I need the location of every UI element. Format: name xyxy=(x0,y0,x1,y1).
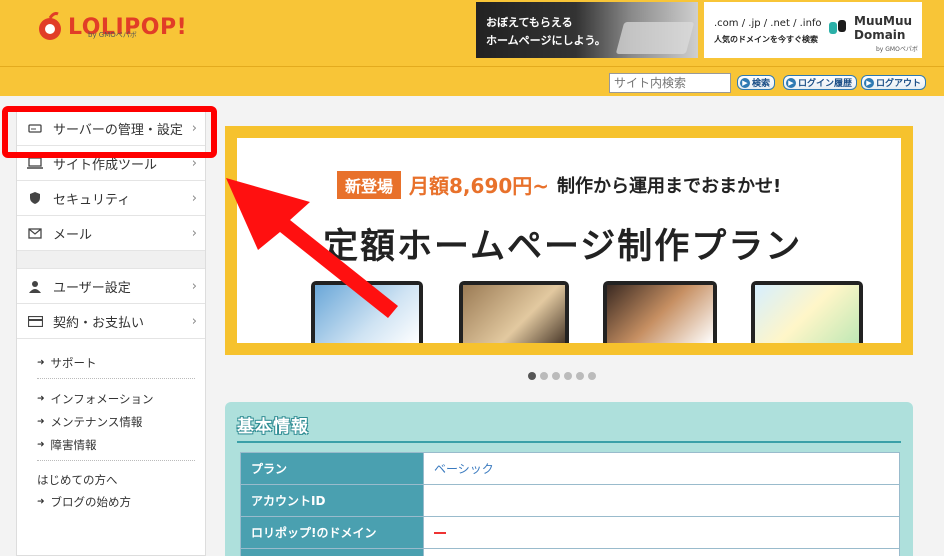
arrow-right-icon: ➜ xyxy=(37,416,45,427)
row-value xyxy=(423,548,900,556)
link-label: インフォメーション xyxy=(50,391,154,406)
arrow-right-icon: ➜ xyxy=(37,393,45,404)
link-support[interactable]: ➜ サポート xyxy=(17,351,205,374)
banner-catch: 制作から運用までおまかせ! xyxy=(557,175,782,197)
carousel-dot[interactable] xyxy=(552,372,560,380)
sidebar-item-label: ユーザー設定 xyxy=(53,280,131,296)
row-value xyxy=(423,484,900,517)
redacted-mark xyxy=(434,532,446,534)
link-label: 障害情報 xyxy=(50,437,97,452)
user-icon xyxy=(27,278,43,294)
brand-line1: MuuMuu xyxy=(854,14,913,28)
basic-info-table: プラン ベーシック アカウントID ロリポップ!のドメイン xyxy=(240,452,900,556)
row-key: アカウントID xyxy=(240,484,424,517)
sidebar-item-label: 契約・お支払い xyxy=(53,315,145,331)
ad-banner-muumuu[interactable]: .com / .jp / .net / .info 人気のドメインを今すぐ検索 … xyxy=(704,2,922,58)
banner-headline: 新登場 月額8,690円~ 制作から運用までおまかせ! xyxy=(337,170,781,199)
arrow-right-icon: ➜ xyxy=(37,357,45,368)
sidebar-item-security[interactable]: セキュリティ › xyxy=(17,181,205,216)
carousel-dot[interactable] xyxy=(540,372,548,380)
shield-icon xyxy=(27,190,43,206)
sidebar-item-label: セキュリティ xyxy=(53,192,131,208)
row-value: ベーシック xyxy=(423,452,900,485)
chevron-right-icon: › xyxy=(191,279,197,294)
sidebar-item-user-settings[interactable]: ユーザー設定 › xyxy=(17,269,205,304)
basic-info-panel: 基本情報 プラン ベーシック アカウントID ロリポップ!のドメイン xyxy=(225,402,913,556)
search-button[interactable]: ▶ 検索 xyxy=(737,75,776,90)
table-row: プラン ベーシック xyxy=(240,452,900,485)
laptop-image xyxy=(615,22,695,54)
carousel-dot[interactable] xyxy=(528,372,536,380)
carousel-dots xyxy=(528,372,596,380)
device-laptop-image xyxy=(311,281,423,343)
ad-domains: .com / .jp / .net / .info xyxy=(714,18,822,29)
lolipop-mark-icon xyxy=(38,12,62,42)
ad-tagline: 人気のドメインを今すぐ検索 xyxy=(714,35,818,44)
brand-line2: Domain xyxy=(854,28,906,42)
carousel-dot[interactable] xyxy=(576,372,584,380)
table-row xyxy=(240,548,900,556)
divider xyxy=(237,441,901,443)
logout-button[interactable]: ▶ ログアウト xyxy=(861,75,927,90)
beginners-heading: はじめての方へ xyxy=(37,472,118,487)
device-laptop-image xyxy=(603,281,717,343)
chevron-right-icon: › xyxy=(191,156,197,171)
ad-line1: おぼえてもらえる xyxy=(486,16,573,29)
sidebar-item-label: メール xyxy=(53,227,93,243)
chevron-right-icon: › xyxy=(191,191,197,206)
promo-banner[interactable]: 新登場 月額8,690円~ 制作から運用までおまかせ! 定額ホームページ制作プラ… xyxy=(225,126,913,355)
chevron-right-icon: › xyxy=(191,314,197,329)
row-key: プラン xyxy=(240,452,424,485)
carousel-dot[interactable] xyxy=(588,372,596,380)
device-laptop-image xyxy=(459,281,569,343)
promo-banner-inner: 新登場 月額8,690円~ 制作から運用までおまかせ! 定額ホームページ制作プラ… xyxy=(237,138,901,343)
arrow-right-icon: ▶ xyxy=(864,77,874,88)
link-label: サポート xyxy=(50,355,97,370)
site-search-input[interactable] xyxy=(609,73,731,93)
ad-banner-homepage[interactable]: おぼえてもらえる ホームページにしよう。 xyxy=(476,2,698,58)
chevron-right-icon: › xyxy=(191,226,197,241)
login-history-label: ログイン履歴 xyxy=(798,79,853,89)
sidebar: サーバーの管理・設定 › サイト作成ツール › セキュリティ › メール › ユ… xyxy=(16,110,206,556)
arrow-right-icon: ▶ xyxy=(786,77,796,88)
link-maintenance[interactable]: ➜ メンテナンス情報 xyxy=(17,410,205,433)
highlight-box xyxy=(2,106,217,158)
row-key: ロリポップ!のドメイン xyxy=(240,516,424,549)
link-incidents[interactable]: ➜ 障害情報 xyxy=(17,433,205,456)
carousel-dot[interactable] xyxy=(564,372,572,380)
toolbar: ▶ 検索 ▶ ログイン履歴 ▶ ログアウト xyxy=(0,66,944,96)
link-divider xyxy=(37,378,195,379)
mail-icon xyxy=(27,225,43,241)
login-history-button[interactable]: ▶ ログイン履歴 xyxy=(783,75,858,90)
row-key xyxy=(240,548,424,556)
logout-label: ログアウト xyxy=(876,79,922,89)
sidebar-item-billing[interactable]: 契約・お支払い › xyxy=(17,304,205,339)
ad-line2: ホームページにしよう。 xyxy=(486,34,606,47)
search-button-label: 検索 xyxy=(752,79,771,89)
muumuu-logo-icon xyxy=(828,18,848,38)
link-blog-start[interactable]: ➜ ブログの始め方 xyxy=(17,490,205,513)
banner-tag: 新登場 xyxy=(337,170,402,199)
link-label: メンテナンス情報 xyxy=(50,414,143,429)
basic-info-title: 基本情報 xyxy=(237,417,309,437)
link-information[interactable]: ➜ インフォメーション xyxy=(17,387,205,410)
banner-title: 定額ホームページ制作プラン xyxy=(323,227,803,267)
arrow-right-icon: ➜ xyxy=(37,439,45,450)
link-label: ブログの始め方 xyxy=(50,494,132,509)
banner-price: 月額8,690円~ xyxy=(409,174,550,198)
arrow-right-icon: ▶ xyxy=(740,77,750,88)
logo-sub: by GMOペパボ xyxy=(88,31,137,39)
sidebar-divider xyxy=(17,251,205,269)
arrow-right-icon: ➜ xyxy=(37,496,45,507)
table-row: ロリポップ!のドメイン xyxy=(240,516,900,549)
link-divider xyxy=(37,460,195,461)
brand-sub: by GMOペパボ xyxy=(876,46,918,53)
sidebar-item-mail[interactable]: メール › xyxy=(17,216,205,251)
row-value xyxy=(423,516,900,549)
header: LOLIPOP! by GMOペパボ おぼえてもらえる ホームページにしよう。 … xyxy=(0,0,944,66)
device-laptop-image xyxy=(751,281,863,343)
table-row: アカウントID xyxy=(240,484,900,517)
sidebar-links: ➜ サポート ➜ インフォメーション ➜ メンテナンス情報 ➜ 障害情報 はじめ… xyxy=(17,339,205,513)
credit-card-icon xyxy=(27,313,43,329)
